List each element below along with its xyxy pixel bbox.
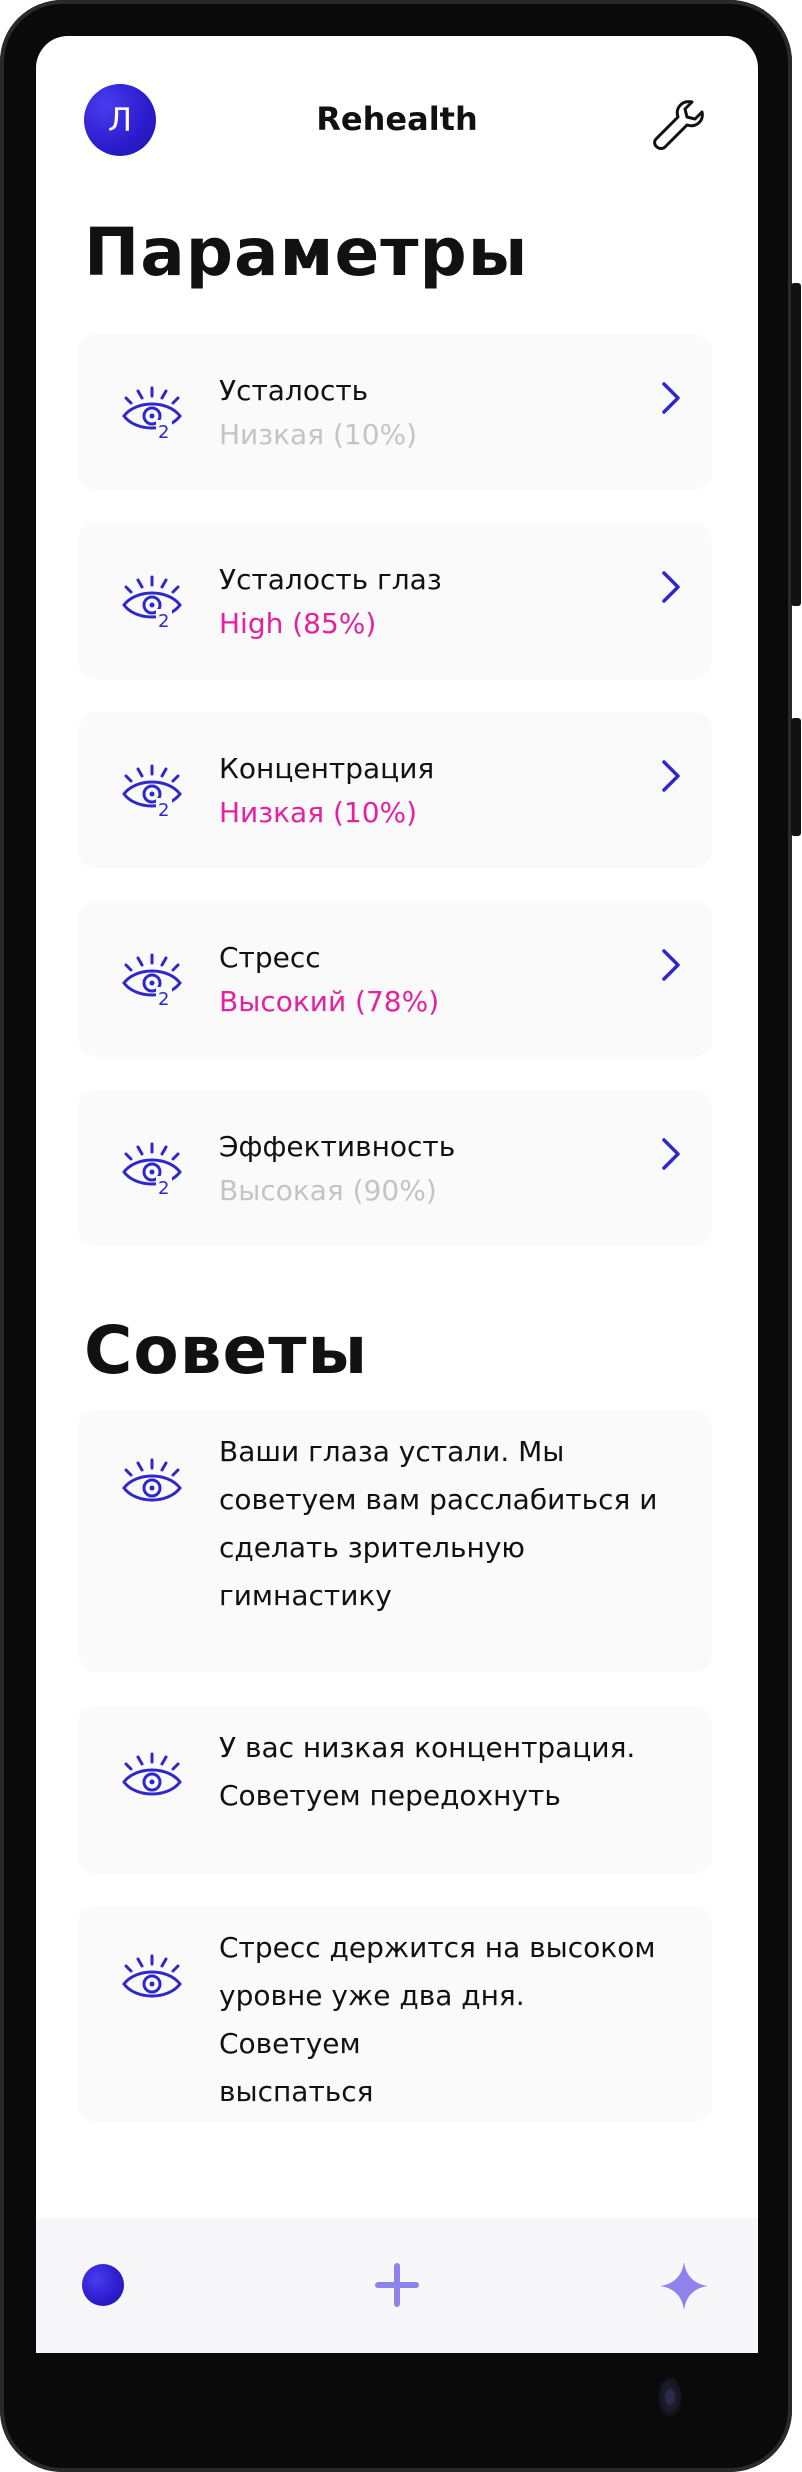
param-card-fatigue[interactable]: Усталость Низкая (10%) xyxy=(78,334,712,490)
add-icon[interactable] xyxy=(374,2262,420,2308)
parameters-title: Параметры xyxy=(84,214,529,291)
param-card-concentration[interactable]: Концентрация Низкая (10%) xyxy=(78,712,712,868)
tip-line: Ваши глаза устали. Мы xyxy=(219,1435,565,1468)
tip-text: Стресс держится на высоком уровне уже дв… xyxy=(219,1924,672,2116)
volume-button xyxy=(791,283,801,606)
eye-icon xyxy=(116,760,188,820)
bottom-nav xyxy=(36,2218,758,2353)
app-screen: Л Rehealth Параметры Усталость Низкая (1… xyxy=(36,36,758,2353)
param-name: Усталость глаз xyxy=(219,563,442,596)
tip-line: уровне уже два дня. Советуем xyxy=(219,1979,525,2060)
param-value: Высокий (78%) xyxy=(219,985,440,1018)
param-name: Эффективность xyxy=(219,1130,456,1163)
param-value: Низкая (10%) xyxy=(219,418,418,451)
tip-text: У вас низкая концентрация. Советуем пере… xyxy=(219,1724,672,1820)
chevron-right-icon xyxy=(662,760,680,792)
eye-icon xyxy=(122,1458,182,1502)
tip-line: Стресс держится на высоком xyxy=(219,1931,656,1964)
tip-card: У вас низкая концентрация. Советуем пере… xyxy=(78,1706,712,1874)
chevron-right-icon xyxy=(662,949,680,981)
sparkle-icon[interactable] xyxy=(656,2258,712,2314)
param-value: Низкая (10%) xyxy=(219,796,418,829)
tips-title: Советы xyxy=(84,1312,369,1389)
eye-icon xyxy=(116,382,188,442)
tip-card: Ваши глаза устали. Мы советуем вам рассл… xyxy=(78,1410,712,1672)
chevron-right-icon xyxy=(662,571,680,603)
tip-line: У вас низкая концентрация. xyxy=(219,1731,636,1764)
tip-line: сделать зрительную xyxy=(219,1531,525,1564)
eye-icon xyxy=(116,1138,188,1198)
tip-line: выспаться xyxy=(219,2075,374,2108)
tip-line: гимнастику xyxy=(219,1579,392,1612)
eye-icon xyxy=(122,1954,182,1998)
chevron-right-icon xyxy=(662,382,680,414)
phone-frame: Л Rehealth Параметры Усталость Низкая (1… xyxy=(0,0,801,2472)
param-card-eye-fatigue[interactable]: Усталость глаз High (85%) xyxy=(78,523,712,679)
param-name: Концентрация xyxy=(219,752,435,785)
param-card-efficiency[interactable]: Эффективность Высокая (90%) xyxy=(78,1090,712,1246)
param-value: High (85%) xyxy=(219,607,377,640)
param-name: Стресс xyxy=(219,941,321,974)
power-button xyxy=(791,718,801,836)
app-title: Rehealth xyxy=(316,100,478,138)
eye-icon xyxy=(116,949,188,1009)
tip-text: Ваши глаза устали. Мы советуем вам рассл… xyxy=(219,1428,672,1620)
param-value: Высокая (90%) xyxy=(219,1174,437,1207)
profile-dot-icon[interactable] xyxy=(82,2264,124,2306)
tip-card: Стресс держится на высоком уровне уже дв… xyxy=(78,1906,712,2122)
front-camera xyxy=(658,2377,682,2417)
chevron-right-icon xyxy=(662,1138,680,1170)
tip-line: Советуем передохнуть xyxy=(219,1779,561,1812)
eye-icon xyxy=(122,1752,182,1796)
tip-line: советуем вам расслабиться и xyxy=(219,1483,658,1516)
eye-icon xyxy=(116,571,188,631)
param-name: Усталость xyxy=(219,374,369,407)
wrench-icon[interactable] xyxy=(652,98,706,152)
param-card-stress[interactable]: Стресс Высокий (78%) xyxy=(78,901,712,1057)
